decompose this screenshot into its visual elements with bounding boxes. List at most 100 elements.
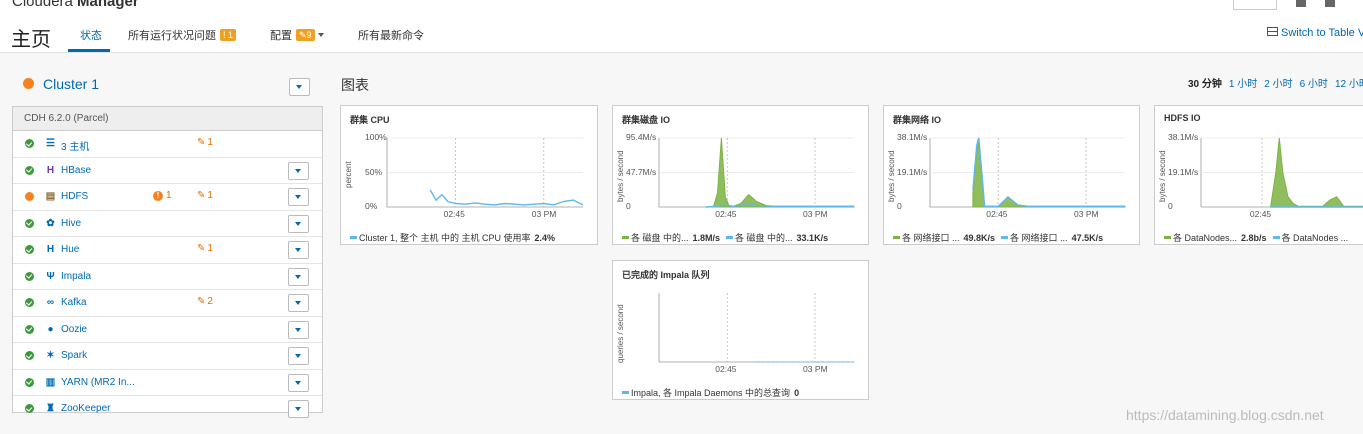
page-header: 主页 状态 所有运行状况问题 ! 1 配置 ✎9 所有最新命令 Switch to … — [0, 15, 1363, 53]
configuration-issue-count[interactable]: ✎ 1 — [197, 137, 213, 148]
legend-item[interactable]: 各 网络接口 ... 47.5K/s — [1001, 233, 1103, 243]
service-name-link[interactable]: Oozie — [61, 324, 87, 335]
configuration-issue-count[interactable]: ✎ 2 — [197, 296, 213, 307]
service-row: H HBase — [13, 158, 322, 184]
running-commands-icon[interactable] — [1296, 0, 1306, 7]
legend-item[interactable]: 各 磁盘 中的... 33.1K/s — [726, 233, 828, 243]
tab-recent-commands[interactable]: 所有最新命令 — [358, 27, 424, 43]
service-row: ♜ ZooKeeper — [13, 396, 322, 422]
service-name-link[interactable]: Impala — [61, 271, 91, 282]
impala-queries-chart: 已完成的 Impala 队列 queries / second 02:45 03 PM… — [612, 260, 869, 400]
service-row: ✿ Hive — [13, 211, 322, 237]
service-actions-dropdown[interactable] — [288, 241, 309, 259]
services-panel: CDH 6.2.0 (Parcel) ☰ 3 主机 ✎ 1 H HBase ▤ HDFS! 1 ✎… — [12, 106, 323, 418]
chart-title: 已完成的 Impala 队列 — [622, 270, 710, 280]
health-alert-count[interactable]: ! 1 — [153, 190, 172, 201]
service-actions-dropdown[interactable] — [288, 373, 309, 392]
good-health-icon — [25, 139, 34, 148]
alert-icon: ! — [153, 191, 163, 201]
legend-label: 各 DataNodes... — [1173, 233, 1238, 243]
wrench-icon: ✎ — [197, 296, 206, 307]
service-name-link[interactable]: YARN (MR2 In... — [61, 377, 135, 388]
service-actions-dropdown[interactable] — [288, 188, 309, 206]
configuration-issue-count[interactable]: ✎ 1 — [197, 243, 213, 254]
good-health-icon — [25, 377, 34, 387]
cluster-status-icon — [23, 78, 34, 89]
chart-title: HDFS IO — [1164, 113, 1201, 123]
service-name-link[interactable]: 3 主机 — [61, 138, 89, 153]
support-icon[interactable] — [1325, 0, 1335, 7]
cluster-name-link[interactable]: Cluster 1 — [43, 76, 99, 92]
service-name-link[interactable]: HDFS — [61, 191, 88, 202]
time-range-selector: 30 分钟 1 小时 2 小时 6 小时 12 小时 — [1188, 75, 1363, 90]
brand-logo[interactable]: Cloudera Manager — [12, 0, 139, 10]
hbase-icon: H — [46, 164, 55, 176]
tab-configuration[interactable]: 配置 ✎9 — [270, 27, 324, 43]
configuration-badge: ✎9 — [296, 29, 315, 41]
legend-item[interactable]: 各 DataNodes... 2.8b/s — [1164, 233, 1267, 243]
service-actions-dropdown[interactable] — [288, 161, 309, 180]
top-nav-bar: Cloudera Manager — [0, 0, 1363, 16]
configuration-issue-count[interactable]: ✎ 1 — [197, 190, 213, 201]
time-range-option[interactable]: 6 小时 — [1300, 75, 1328, 90]
service-name-link[interactable]: Hue — [61, 244, 79, 255]
legend-item[interactable]: Impala, 各 Impala Daemons 中的总查询 0 — [622, 388, 799, 398]
legend-value: 33.1K/s — [796, 233, 829, 243]
x-tick-label: 03 PM — [803, 364, 828, 374]
service-name-link[interactable]: Spark — [61, 350, 87, 361]
service-row: H Hue ✎ 1 — [13, 237, 322, 264]
cluster-version: CDH 6.2.0 (Parcel) — [13, 107, 322, 131]
concerning-health-icon — [25, 192, 34, 201]
time-range-option[interactable]: 12 小时 — [1335, 75, 1363, 90]
service-name-link[interactable]: Hive — [61, 218, 81, 229]
config-count: 1 — [207, 137, 213, 148]
legend-swatch — [1164, 236, 1171, 239]
y-tick-label: 38.1M/s — [1168, 132, 1199, 142]
service-name-link[interactable]: HBase — [61, 165, 91, 176]
config-count: 1 — [207, 243, 213, 254]
config-count: 1 — [207, 190, 213, 201]
health-issues-count: 1 — [228, 30, 234, 40]
cluster-disk-io-chart: 群集磁盘 IO bytes / second 95.4M/s 47.7M/s 0 02:4… — [612, 105, 869, 245]
time-range-option[interactable]: 1 小时 — [1229, 75, 1257, 90]
tab-health-issues[interactable]: 所有运行状况问题 ! 1 — [128, 27, 237, 43]
legend-swatch — [1272, 236, 1280, 239]
service-name-link[interactable]: Kafka — [61, 297, 87, 308]
y-axis-label: bytes / second — [1158, 150, 1167, 202]
time-range-option[interactable]: 30 分钟 — [1188, 75, 1222, 90]
x-tick-label: 02:45 — [715, 209, 737, 219]
cluster-actions-dropdown[interactable] — [289, 78, 310, 96]
legend-item[interactable]: Cluster 1, 整个 主机 中的 主机 CPU 使用率 2.4% — [350, 233, 555, 243]
zookeeper-icon: ♜ — [46, 403, 55, 414]
tab-status[interactable]: 状态 — [80, 27, 102, 43]
tab-configuration-label: 配置 — [270, 30, 292, 42]
x-tick-label: 02:45 — [986, 209, 1008, 219]
series-area — [972, 141, 1126, 208]
service-actions-dropdown[interactable] — [288, 267, 309, 286]
switch-to-table-view-link[interactable]: Switch to Table V — [1267, 27, 1363, 39]
legend-item[interactable]: 各 DataNodes ... — [1272, 233, 1353, 243]
legend-swatch — [350, 236, 357, 239]
service-name-link[interactable]: ZooKeeper — [61, 403, 110, 414]
search-input[interactable] — [1233, 0, 1277, 10]
legend-swatch — [622, 236, 629, 239]
service-actions-dropdown[interactable] — [288, 347, 309, 365]
good-health-icon — [25, 218, 34, 228]
y-tick-label: 19.1M/s — [1168, 166, 1199, 177]
legend-item[interactable]: 各 网络接口 ... 49.8K/s — [893, 233, 995, 243]
service-actions-dropdown[interactable] — [288, 320, 309, 339]
brand-bold: Manager — [77, 0, 139, 10]
legend-item[interactable]: 各 磁盘 中的... 1.8M/s — [622, 233, 720, 243]
legend-swatch — [1001, 236, 1009, 239]
time-range-option[interactable]: 2 小时 — [1264, 75, 1292, 90]
chart-title: 群集网络 IO — [893, 115, 942, 125]
service-actions-dropdown[interactable] — [288, 400, 309, 418]
health-issues-badge: ! 1 — [220, 29, 237, 41]
service-actions-dropdown[interactable] — [288, 214, 309, 233]
oozie-icon: ● — [47, 323, 54, 335]
legend-value: 2.4% — [534, 233, 556, 243]
service-actions-dropdown[interactable] — [288, 294, 309, 312]
page-title: 主页 — [11, 29, 51, 51]
y-tick-label: 19.1M/s — [897, 166, 928, 177]
wrench-icon: ✎ — [197, 190, 206, 201]
